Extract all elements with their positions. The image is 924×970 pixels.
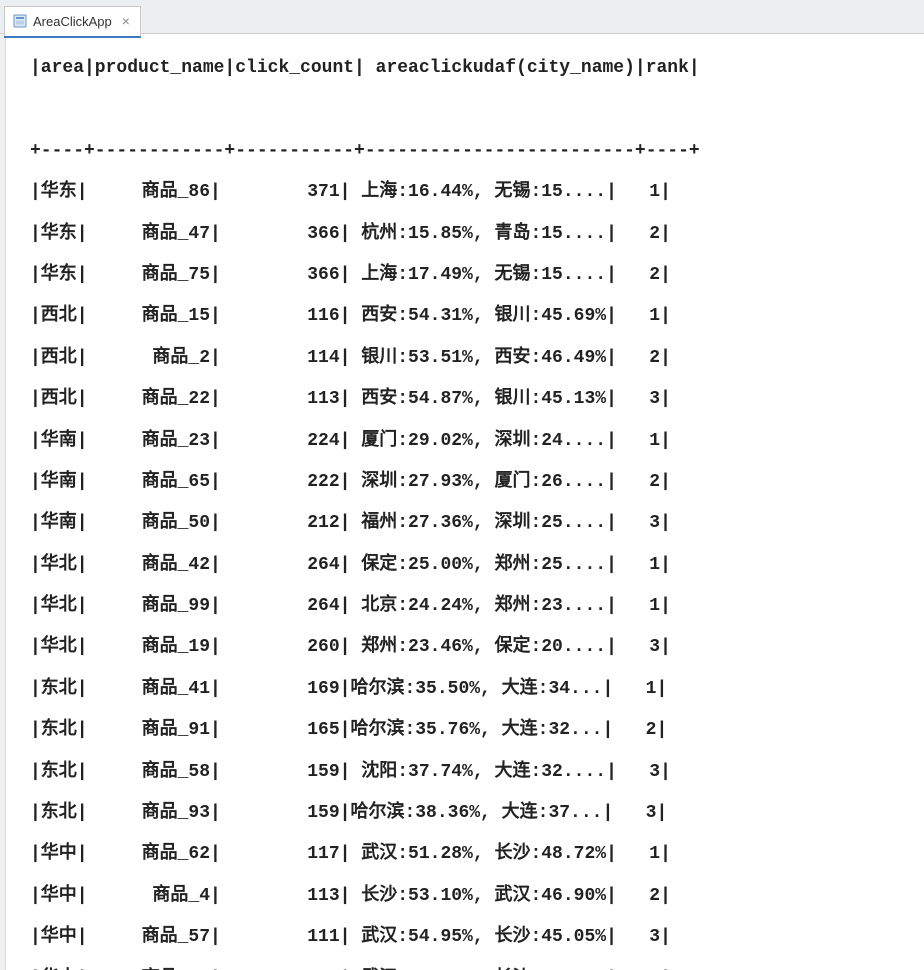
tab-bar: AreaClickApp × (0, 0, 924, 34)
console-output[interactable]: |area|product_name|click_count| areaclic… (6, 34, 924, 970)
close-icon[interactable]: × (122, 14, 130, 28)
table-output: |area|product_name|click_count| areaclic… (30, 48, 924, 970)
tab-areaclickapp[interactable]: AreaClickApp × (4, 6, 141, 36)
run-config-icon (13, 14, 27, 28)
content-wrapper: |area|product_name|click_count| areaclic… (0, 34, 924, 970)
tab-title: AreaClickApp (33, 14, 112, 29)
tab-active-indicator (4, 36, 141, 38)
